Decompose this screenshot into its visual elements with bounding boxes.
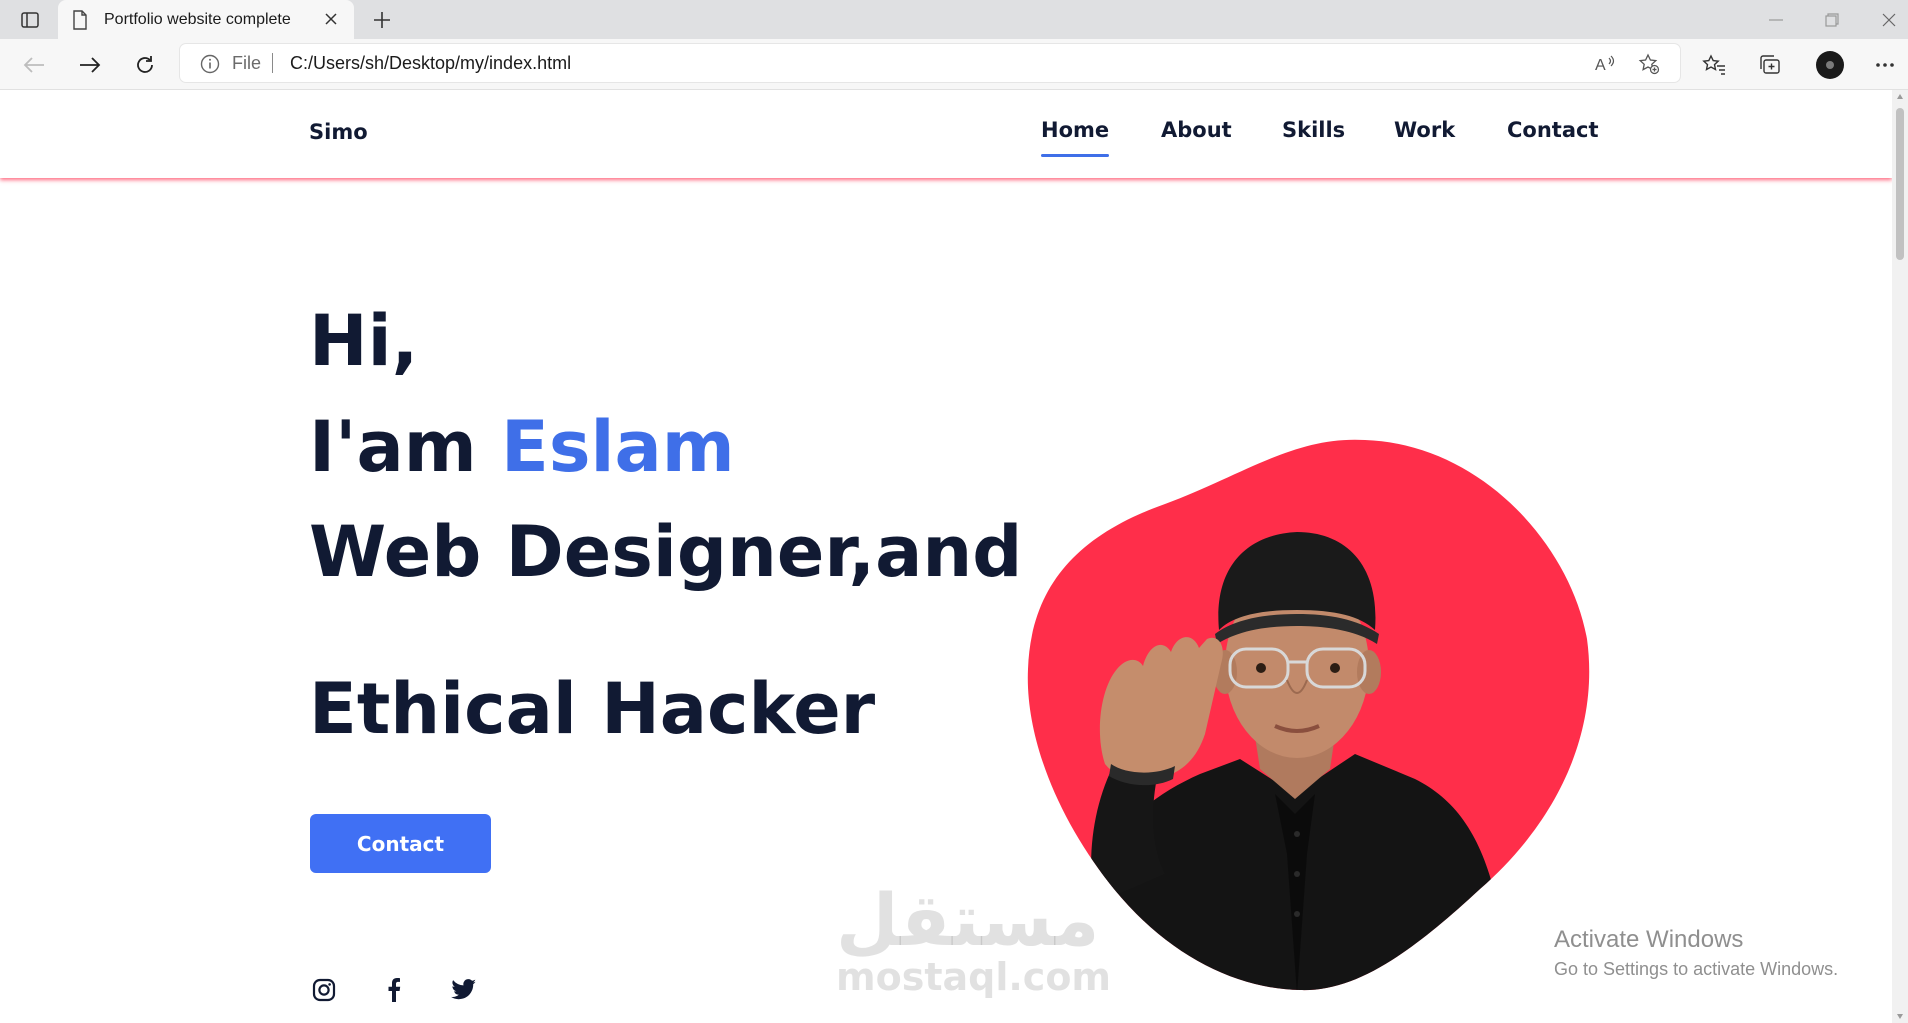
nav-home[interactable]: Home: [1041, 118, 1110, 157]
tab-title: Portfolio website complete: [104, 11, 291, 28]
restore-icon[interactable]: [1822, 10, 1842, 30]
collections-icon[interactable]: [1757, 52, 1783, 78]
site-info-icon[interactable]: [200, 54, 220, 78]
contact-button[interactable]: Contact: [310, 814, 491, 873]
hero-intro-prefix: I'am: [309, 406, 502, 488]
address-url[interactable]: C:/Users/sh/Desktop/my/index.html: [290, 53, 571, 74]
site-logo[interactable]: Simo: [309, 120, 368, 144]
profile-image-blob: [1025, 434, 1590, 994]
page-scrollbar[interactable]: [1892, 90, 1908, 1023]
back-arrow-icon[interactable]: [20, 51, 48, 79]
nav-skills[interactable]: Skills: [1282, 118, 1345, 142]
nav-about[interactable]: About: [1161, 118, 1232, 142]
hero-role-2: Ethical Hacker: [309, 668, 876, 750]
watermark-arabic: مستقل: [836, 878, 1100, 962]
instagram-icon[interactable]: [310, 976, 338, 1004]
hero-name: Eslam: [501, 406, 735, 488]
nav-contact[interactable]: Contact: [1507, 118, 1599, 142]
browser-tab-active[interactable]: Portfolio website complete: [58, 0, 354, 39]
twitter-icon[interactable]: [450, 976, 478, 1004]
profile-avatar[interactable]: [1816, 51, 1844, 79]
address-bar[interactable]: File C:/Users/sh/Desktop/my/index.html A: [180, 44, 1680, 82]
nav-work[interactable]: Work: [1394, 118, 1455, 142]
address-separator: [272, 53, 273, 73]
site-header: Simo Home About Skills Work Contact: [0, 90, 1892, 178]
scroll-down-arrow-icon[interactable]: [1897, 1014, 1903, 1019]
new-tab-icon[interactable]: [370, 8, 394, 32]
tab-actions-icon[interactable]: [18, 8, 42, 32]
scroll-up-arrow-icon[interactable]: [1897, 94, 1903, 99]
watermark-latin: mostaql.com: [836, 955, 1112, 999]
more-options-icon[interactable]: [1872, 52, 1898, 78]
svg-text:A: A: [1595, 57, 1606, 74]
portrait-photo: [1027, 439, 1590, 991]
browser-toolbar: File C:/Users/sh/Desktop/my/index.html A: [0, 39, 1908, 90]
read-aloud-icon[interactable]: A: [1594, 53, 1616, 75]
activate-windows-title: Activate Windows: [1554, 926, 1744, 953]
hero-intro: I'am Eslam: [309, 406, 735, 488]
hero-greeting: Hi,: [309, 300, 419, 382]
facebook-icon[interactable]: [380, 976, 408, 1004]
minimize-icon[interactable]: [1766, 10, 1786, 30]
forward-arrow-icon[interactable]: [76, 51, 104, 79]
favorites-icon[interactable]: [1701, 52, 1727, 78]
add-favorite-icon[interactable]: [1638, 53, 1660, 75]
activate-windows-subtitle: Go to Settings to activate Windows.: [1554, 959, 1839, 979]
browser-tab-strip: Portfolio website complete: [0, 0, 1908, 39]
page-viewport: Simo Home About Skills Work Contact Hi, …: [0, 90, 1892, 1023]
tab-close-icon[interactable]: [324, 11, 338, 30]
scrollbar-thumb[interactable]: [1896, 108, 1904, 260]
address-scheme: File: [232, 53, 262, 73]
page-document-icon: [72, 10, 88, 34]
close-window-icon[interactable]: [1879, 10, 1899, 30]
refresh-icon[interactable]: [131, 51, 159, 79]
hero-role: Web Designer,and: [309, 511, 1023, 593]
